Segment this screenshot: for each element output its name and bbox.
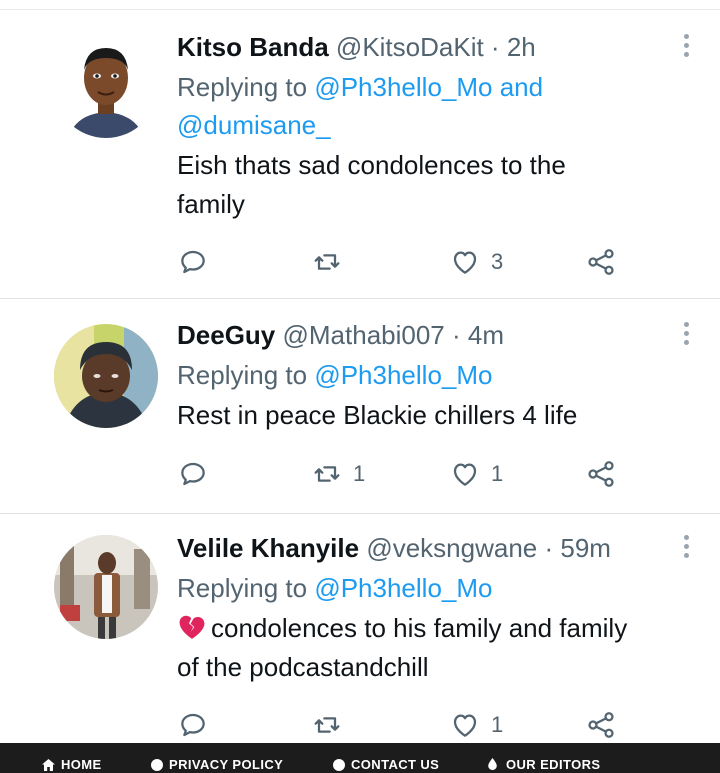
reply-button[interactable] [177,242,209,282]
tweet-text-line: Rest in peace Blackie chillers 4 life [177,400,578,430]
footer-link-label: OUR EDITORS [506,757,601,772]
reply-button[interactable] [177,454,209,494]
like-button[interactable]: 1 [449,705,503,745]
separator-dot: · [444,320,468,350]
tweet-actions: 1 [177,705,627,745]
timestamp[interactable]: 4m [468,320,504,350]
share-button[interactable] [585,705,617,745]
tweet-header: Kitso Banda @KitsoDaKit · 2h [177,32,700,62]
replying-to: Replying to @Ph3hello_Mo and @dumisane_ [177,68,700,144]
tweet-velile-khanyile[interactable]: Velile Khanyile @veksngwane · 59m Replyi… [0,515,720,743]
user-handle[interactable]: @Mathabi007 [283,320,445,350]
timestamp[interactable]: 59m [560,533,611,563]
more-options-icon[interactable] [682,34,690,60]
retweet-button[interactable]: 1 [311,454,365,494]
privacy-icon [151,758,163,771]
home-icon [42,758,55,771]
replying-to-label: Replying to [177,573,315,603]
footer-link-contact-us[interactable]: CONTACT US [333,757,439,772]
separator-dot: · [483,32,507,62]
reply-icon [181,713,205,737]
user-handle[interactable]: @KitsoDaKit [336,32,484,62]
retweet-button[interactable] [311,242,353,282]
timestamp[interactable]: 2h [507,32,536,62]
like-count: 1 [491,461,504,486]
footer-link-our-editors[interactable]: OUR EDITORS [486,757,600,772]
retweet-button[interactable] [311,705,353,745]
separator-dot: · [537,533,561,563]
footer-link-label: HOME [61,757,102,772]
retweet-count: 1 [353,461,366,486]
footer-link-home[interactable]: HOME [42,757,102,772]
tweet-header: Velile Khanyile @veksngwane · 59m [177,533,700,563]
mention-link[interactable]: @Ph3hello_Mo [314,573,492,603]
tweet-kitso-banda[interactable]: Kitso Banda @KitsoDaKit · 2h Replying to… [0,10,720,299]
editors-icon [486,757,498,772]
tweet-actions: 3 [177,242,627,282]
mention-link[interactable]: @Ph3hello_Mo [314,72,492,102]
footer-link-label: PRIVACY POLICY [169,757,284,772]
display-name[interactable]: Kitso Banda [177,32,329,62]
site-footer-nav: HOME PRIVACY POLICY CONTACT US OUR EDITO… [0,743,720,773]
tweet-deeguy[interactable]: DeeGuy @Mathabi007 · 4m Replying to @Ph3… [0,300,720,514]
reply-icon [181,462,205,486]
retweet-icon [314,466,340,482]
share-icon [588,461,614,487]
avatar[interactable] [54,535,158,639]
avatar[interactable] [54,34,158,138]
more-options-icon[interactable] [682,535,690,561]
mention-link[interactable]: @Ph3hello_Mo [314,360,492,390]
like-count: 1 [491,712,504,737]
tweet-text-line: family [177,189,245,219]
tweet-text-line: Eish thats sad condolences to the [177,150,566,180]
display-name[interactable]: DeeGuy [177,320,275,350]
user-handle[interactable]: @veksngwane [366,533,537,563]
tweet-text: condolences to his family and family of … [177,609,700,687]
footer-link-privacy-policy[interactable]: PRIVACY POLICY [151,757,283,772]
like-count: 3 [491,249,504,274]
share-button[interactable] [585,454,617,494]
retweet-icon [314,254,340,270]
more-options-icon[interactable] [682,322,690,348]
retweet-icon [314,717,340,733]
contact-icon [333,758,345,771]
avatar[interactable] [54,324,158,428]
heart-icon [453,714,477,737]
tweet-actions: 1 1 [177,454,627,494]
reply-button[interactable] [177,705,209,745]
replying-to-label: Replying to [177,72,315,102]
replying-to: Replying to @Ph3hello_Mo [177,569,700,607]
share-icon [588,712,614,738]
tweet-text-line: condolences to his family and family [211,613,628,643]
reply-icon [181,250,205,274]
tweet-text: Eish thats sad condolences to the family [177,146,700,224]
heart-icon [453,251,477,274]
mention-link[interactable]: @dumisane_ [177,110,331,140]
previous-tweet-edge [0,0,720,10]
heart-icon [453,463,477,486]
footer-link-label: CONTACT US [351,757,440,772]
tweet-text-line: of the podcastandchill [177,652,429,682]
display-name[interactable]: Velile Khanyile [177,533,359,563]
replying-to: Replying to @Ph3hello_Mo [177,356,700,394]
broken-heart-icon [179,615,205,639]
tweet-text: Rest in peace Blackie chillers 4 life [177,396,700,435]
like-button[interactable]: 1 [449,454,503,494]
tweet-header: DeeGuy @Mathabi007 · 4m [177,320,700,350]
share-button[interactable] [585,242,617,282]
like-button[interactable]: 3 [449,242,503,282]
mention-joiner: and [492,72,544,102]
replying-to-label: Replying to [177,360,315,390]
share-icon [588,249,614,275]
